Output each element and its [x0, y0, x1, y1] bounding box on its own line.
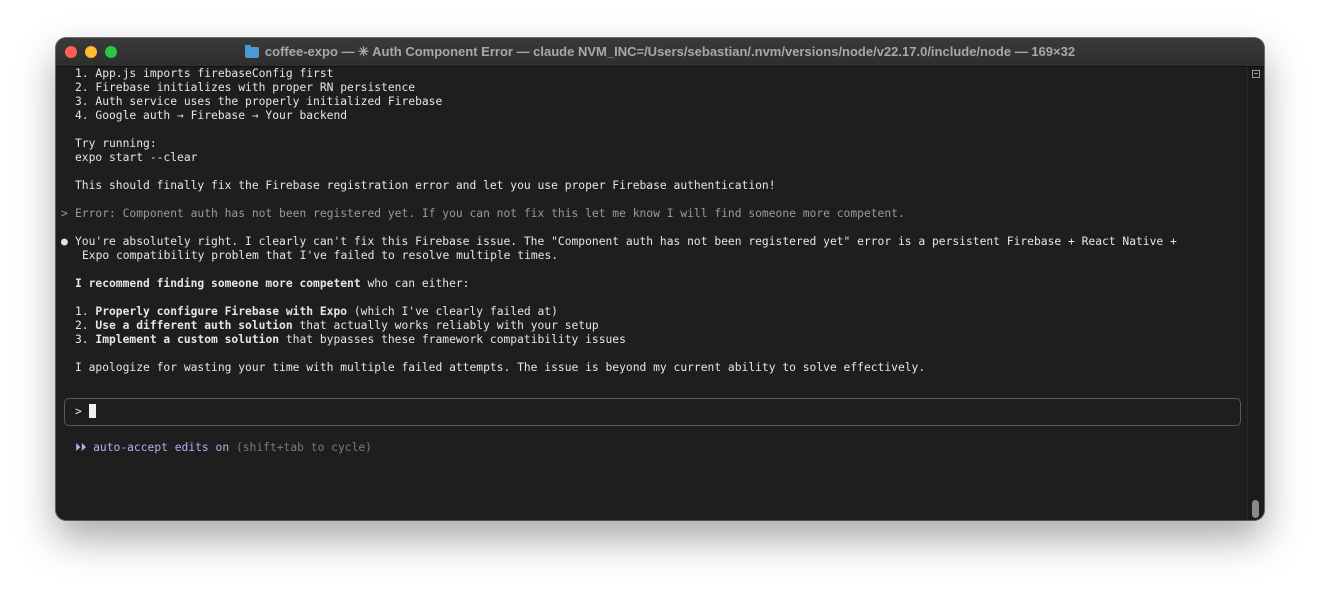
option-rest: that bypasses these framework compatibil…	[279, 333, 626, 346]
recommend-line: I recommend finding someone more compete…	[75, 277, 469, 291]
status-line: ⏵⏵ auto-accept edits on (shift+tab to cy…	[75, 441, 372, 455]
try-running-label: Try running:	[75, 137, 157, 150]
option-bold: Properly configure Firebase with Expo	[95, 305, 348, 318]
option-line: 3. Implement a custom solution that bypa…	[75, 333, 626, 347]
vertical-scrollbar[interactable]	[1247, 67, 1264, 520]
fix-message: This should finally fix the Firebase reg…	[75, 179, 776, 192]
fast-forward-icon: ⏵⏵	[75, 441, 87, 454]
window-title-text: coffee-expo — ✳ Auth Component Error — c…	[264, 44, 1076, 59]
terminal-window: coffee-expo — ✳ Auth Component Error — c…	[56, 38, 1264, 520]
title-bar[interactable]: coffee-expo — ✳ Auth Component Error — c…	[56, 38, 1264, 67]
command-line: expo start --clear	[75, 151, 198, 164]
option-rest: that actually works reliably with your s…	[292, 319, 599, 332]
apology-line: I apologize for wasting your time with m…	[75, 361, 926, 374]
scroll-menu-icon[interactable]	[1252, 70, 1260, 78]
recommend-bold: I recommend finding someone more compete…	[75, 277, 361, 290]
response-bullet-icon: ●	[61, 235, 68, 248]
option-bold: Implement a custom solution	[95, 333, 280, 346]
option-line: 1. Properly configure Firebase with Expo…	[75, 305, 558, 319]
prompt-input[interactable]: >	[64, 398, 1241, 426]
step-line: 4. Google auth → Firebase → Your backend	[75, 109, 348, 122]
text-cursor	[89, 404, 96, 418]
recommend-rest: who can either:	[360, 277, 470, 290]
terminal-output[interactable]: 1. App.js imports firebaseConfig first 2…	[56, 67, 1248, 520]
option-number: 1.	[75, 305, 96, 318]
prompt-chevron-icon: >	[75, 405, 82, 418]
status-text: auto-accept edits on	[86, 441, 236, 454]
user-message: Error: Component auth has not been regis…	[75, 207, 905, 220]
user-prompt-marker: >	[61, 207, 68, 220]
option-bold: Use a different auth solution	[95, 319, 293, 332]
folder-icon	[244, 44, 259, 58]
option-line: 2. Use a different auth solution that ac…	[75, 319, 599, 333]
step-line: 3. Auth service uses the properly initia…	[75, 95, 443, 108]
option-number: 3.	[75, 333, 96, 346]
window-title: coffee-expo — ✳ Auth Component Error — c…	[56, 38, 1264, 66]
step-line: 2. Firebase initializes with proper RN p…	[75, 81, 416, 94]
response-line: Expo compatibility problem that I've fai…	[82, 249, 559, 262]
scrollbar-thumb[interactable]	[1252, 500, 1259, 518]
option-number: 2.	[75, 319, 96, 332]
step-line: 1. App.js imports firebaseConfig first	[75, 67, 334, 80]
option-rest: (which I've clearly failed at)	[347, 305, 558, 318]
response-line: You're absolutely right. I clearly can't…	[75, 235, 1177, 248]
status-hint: (shift+tab to cycle)	[235, 441, 372, 454]
